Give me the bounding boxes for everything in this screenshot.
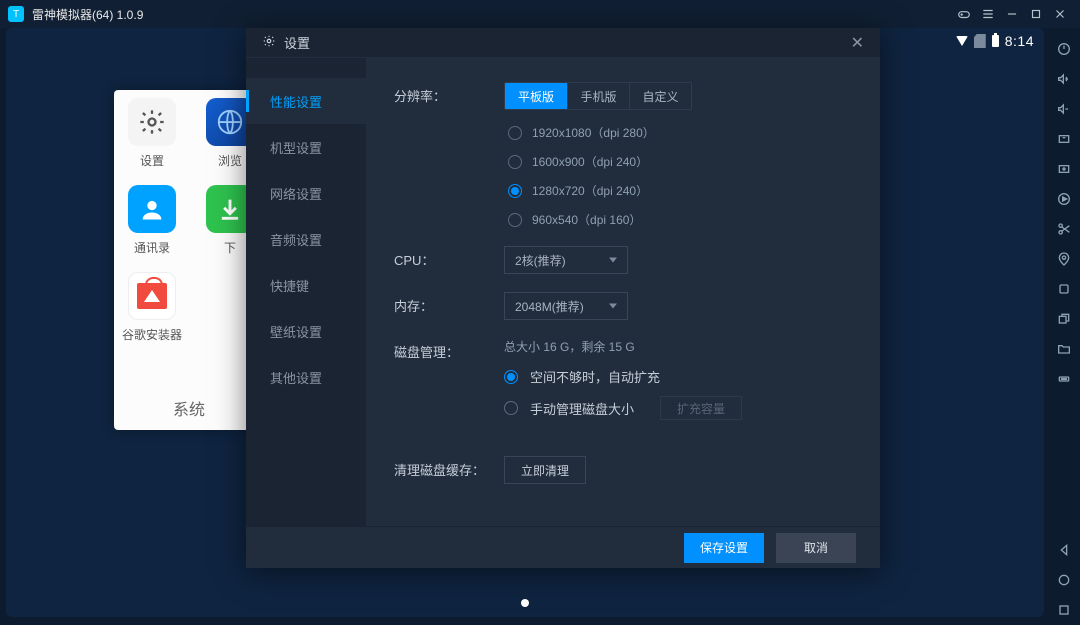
sidebar-item-wallpaper[interactable]: 壁纸设置 — [246, 308, 366, 354]
resolution-option-720[interactable]: 1280x720（dpi 240） — [508, 182, 692, 199]
maximize-icon[interactable] — [1024, 2, 1048, 26]
tab-tablet[interactable]: 平板版 — [505, 83, 567, 109]
disk-label: 磁盘管理： — [394, 338, 504, 361]
cpu-label: CPU： — [394, 246, 504, 269]
clean-cache-label: 清理磁盘缓存： — [394, 456, 504, 479]
android-statusbar: 8:14 — [956, 28, 1044, 54]
settings-dialog: 设置 ✕ 性能设置 机型设置 网络设置 音频设置 快捷键 壁纸设置 其他设置 分… — [246, 28, 880, 568]
sidebar-item-audio[interactable]: 音频设置 — [246, 216, 366, 262]
app-shortcut-settings[interactable]: 设置 — [116, 98, 188, 169]
clean-now-button[interactable]: 立即清理 — [504, 456, 586, 484]
tab-phone[interactable]: 手机版 — [567, 83, 629, 109]
app-shortcut-contacts[interactable]: 通讯录 — [116, 185, 188, 256]
close-icon[interactable] — [1048, 2, 1072, 26]
dialog-sidebar: 性能设置 机型设置 网络设置 音频设置 快捷键 壁纸设置 其他设置 — [246, 58, 366, 526]
gear-icon — [262, 34, 276, 51]
page-indicator-dot — [521, 599, 529, 607]
app-label: 通讯录 — [134, 239, 170, 256]
side-toolbar — [1048, 28, 1080, 625]
card-footer-text: 系统 — [114, 396, 264, 420]
fullscreen-in-icon[interactable] — [1048, 124, 1080, 154]
no-sim-icon — [974, 34, 986, 48]
expand-capacity-button: 扩充容量 — [660, 396, 742, 420]
wifi-icon — [956, 36, 968, 46]
sidebar-item-performance[interactable]: 性能设置 — [246, 78, 366, 124]
menu-icon[interactable] — [976, 2, 1000, 26]
tab-custom[interactable]: 自定义 — [629, 83, 691, 109]
location-icon[interactable] — [1048, 244, 1080, 274]
nav-recent-icon[interactable] — [1048, 595, 1080, 625]
resolution-option-1080[interactable]: 1920x1080（dpi 280） — [508, 124, 692, 141]
app-label: 浏览 — [218, 152, 242, 169]
more-icon[interactable] — [1048, 364, 1080, 394]
volume-down-icon[interactable] — [1048, 94, 1080, 124]
fullscreen-out-icon[interactable] — [1048, 154, 1080, 184]
app-label: 设置 — [140, 152, 164, 169]
folder-icon[interactable] — [1048, 334, 1080, 364]
memory-label: 内存： — [394, 292, 504, 315]
resolution-label: 分辨率： — [394, 82, 504, 105]
person-icon — [128, 185, 176, 233]
nav-home-icon[interactable] — [1048, 565, 1080, 595]
disk-option-manual[interactable]: 手动管理磁盘大小 扩充容量 — [504, 396, 742, 420]
cancel-button[interactable]: 取消 — [776, 533, 856, 563]
sidebar-item-other[interactable]: 其他设置 — [246, 354, 366, 400]
minimize-icon[interactable] — [1000, 2, 1024, 26]
sidebar-item-shortcut[interactable]: 快捷键 — [246, 262, 366, 308]
app-titlebar: T 雷神模拟器(64) 1.0.9 — [0, 0, 1080, 28]
app-shortcut-gstore[interactable]: 谷歌安装器 — [116, 272, 188, 343]
battery-icon — [992, 35, 999, 47]
clock-text: 8:14 — [1005, 33, 1034, 49]
resolution-mode-tabs: 平板版 手机版 自定义 — [504, 82, 692, 110]
cpu-select[interactable]: 2核(推荐) — [504, 246, 628, 274]
sidebar-item-network[interactable]: 网络设置 — [246, 170, 366, 216]
power-icon[interactable] — [1048, 34, 1080, 64]
dialog-footer: 保存设置 取消 — [246, 526, 880, 568]
resolution-option-540[interactable]: 960x540（dpi 160） — [508, 211, 692, 228]
scissors-icon[interactable] — [1048, 214, 1080, 244]
multi-window-icon[interactable] — [1048, 304, 1080, 334]
rotate-icon[interactable] — [1048, 274, 1080, 304]
play-circle-icon[interactable] — [1048, 184, 1080, 214]
app-title: 雷神模拟器(64) 1.0.9 — [32, 6, 143, 23]
app-label: 谷歌安装器 — [122, 326, 182, 343]
dialog-content: 分辨率： 平板版 手机版 自定义 1920x1080（dpi 280） 1600… — [366, 58, 880, 526]
save-button[interactable]: 保存设置 — [684, 533, 764, 563]
volume-up-icon[interactable] — [1048, 64, 1080, 94]
app-logo: T — [8, 6, 24, 22]
sidebar-item-model[interactable]: 机型设置 — [246, 124, 366, 170]
dialog-header: 设置 ✕ — [246, 28, 880, 58]
gear-icon — [128, 98, 176, 146]
dialog-title: 设置 — [284, 33, 310, 52]
gamepad-icon[interactable] — [952, 2, 976, 26]
resolution-option-900[interactable]: 1600x900（dpi 240） — [508, 153, 692, 170]
nav-back-icon[interactable] — [1048, 535, 1080, 565]
playstore-icon — [128, 272, 176, 320]
disk-info-text: 总大小 16 G，剩余 15 G — [504, 338, 742, 355]
memory-select[interactable]: 2048M(推荐) — [504, 292, 628, 320]
app-label: 下 — [224, 239, 236, 256]
disk-option-auto[interactable]: 空间不够时，自动扩充 — [504, 367, 742, 386]
close-icon[interactable]: ✕ — [851, 33, 864, 53]
